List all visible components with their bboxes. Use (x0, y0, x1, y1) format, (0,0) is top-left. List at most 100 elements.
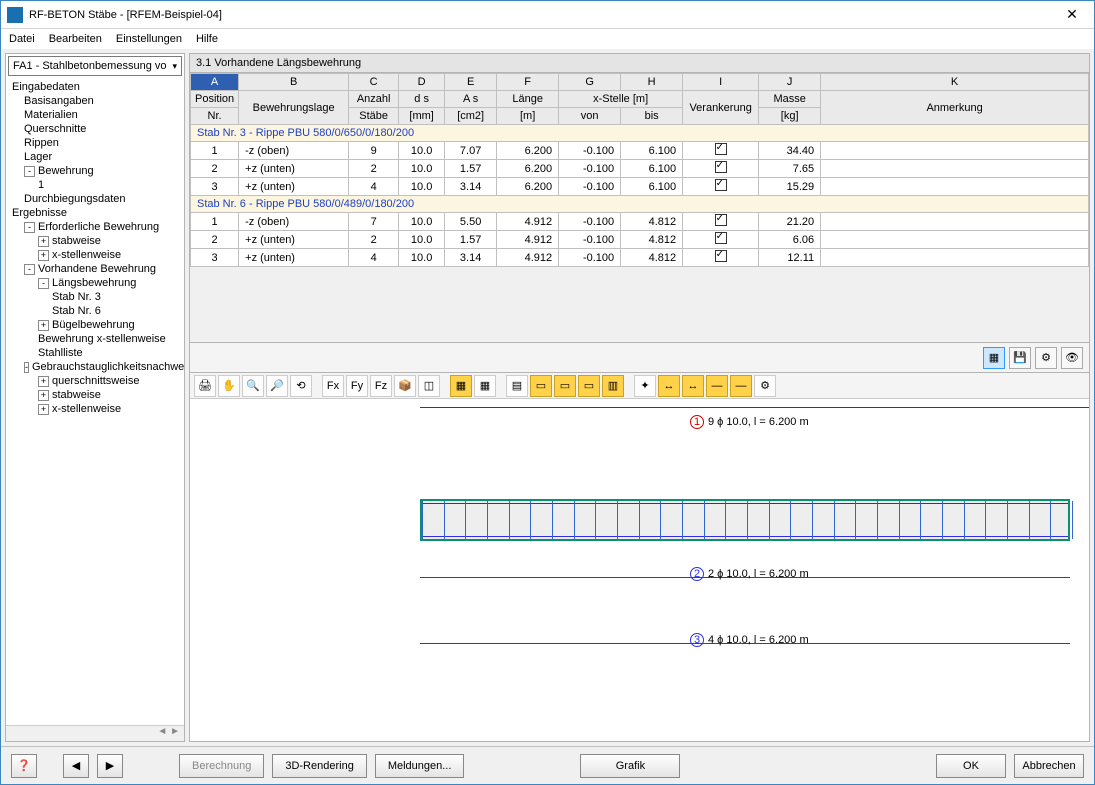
col-G[interactable]: G (559, 74, 621, 91)
axis-icon[interactable]: ✦ (634, 375, 656, 397)
hdr-lage: Bewehrungslage (239, 91, 349, 125)
tree-durchbiegung[interactable]: Durchbiegungsdaten (6, 192, 184, 206)
abbrechen-button[interactable]: Abbrechen (1014, 754, 1084, 778)
grid-icon[interactable]: ▤ (506, 375, 528, 397)
table-row[interactable]: 2+z (unten)210.01.576.200-0.1006.1007.65 (191, 160, 1089, 178)
tool-export-icon[interactable]: 💾 (1009, 347, 1031, 369)
tree-xstellen[interactable]: +x-stellenweise (6, 248, 184, 262)
col-J[interactable]: J (759, 74, 821, 91)
col-K[interactable]: K (821, 74, 1089, 91)
tool-filter-icon[interactable]: ⚙ (1035, 347, 1057, 369)
tree-gebrauch[interactable]: -Gebrauchstauglichkeitsnachwei (6, 360, 184, 374)
anchor-checkbox[interactable] (715, 250, 727, 262)
next-button[interactable]: ▶ (97, 754, 123, 778)
view-z-icon[interactable]: Fz (370, 375, 392, 397)
tree-stabweise[interactable]: +stabweise (6, 234, 184, 248)
anchor-checkbox[interactable] (715, 214, 727, 226)
opt2-icon[interactable]: ▦ (474, 375, 496, 397)
tool-view-icon[interactable]: ▦ (983, 347, 1005, 369)
zoom-select-icon[interactable]: 🔎 (266, 375, 288, 397)
opt1-icon[interactable]: ▦ (450, 375, 472, 397)
view-x-icon[interactable]: Fx (322, 375, 344, 397)
group-row-2[interactable]: Stab Nr. 6 - Rippe PBU 580/0/489/0/180/2… (191, 196, 1089, 213)
case-combo[interactable]: FA1 - Stahlbetonbemessung vo (8, 56, 182, 76)
tree-bewx[interactable]: Bewehrung x-stellenweise (6, 332, 184, 346)
tree-laengs[interactable]: -Längsbewehrung (6, 276, 184, 290)
close-button[interactable]: ✕ (1056, 5, 1088, 25)
meldungen-button[interactable]: Meldungen... (375, 754, 465, 778)
settings-icon[interactable]: ⚙ (754, 375, 776, 397)
layer3-icon[interactable]: ▭ (578, 375, 600, 397)
ok-button[interactable]: OK (936, 754, 1006, 778)
anchor-checkbox[interactable] (715, 232, 727, 244)
tree-buegel[interactable]: +Bügelbewehrung (6, 318, 184, 332)
view-y-icon[interactable]: Fy (346, 375, 368, 397)
col-D[interactable]: D (399, 74, 445, 91)
menu-hilfe[interactable]: Hilfe (196, 33, 218, 45)
drawing-canvas[interactable]: 19 ϕ 10.0, l = 6.200 m 22 ϕ 10.0, l = 6.… (190, 399, 1089, 741)
tree-querschnitte[interactable]: Querschnitte (6, 122, 184, 136)
layer2-icon[interactable]: ▭ (554, 375, 576, 397)
table-row[interactable]: 3+z (unten)410.03.144.912-0.1004.81212.1… (191, 249, 1089, 267)
layer1-icon[interactable]: ▭ (530, 375, 552, 397)
tree-lager[interactable]: Lager (6, 150, 184, 164)
hdr-laenge: Länge (497, 91, 559, 108)
dim4-icon[interactable]: — (730, 375, 752, 397)
hand-icon[interactable]: ✋ (218, 375, 240, 397)
tree-bewehrung-1[interactable]: 1 (6, 178, 184, 192)
tree-stab6[interactable]: Stab Nr. 6 (6, 304, 184, 318)
menu-datei[interactable]: Datei (9, 33, 35, 45)
zoom-icon[interactable]: 🔍 (242, 375, 264, 397)
view-3d-icon[interactable]: 📦 (394, 375, 416, 397)
tool-eye-icon[interactable]: 👁 (1061, 347, 1083, 369)
help-button[interactable]: ❓ (11, 754, 37, 778)
layer4-icon[interactable]: ▥ (602, 375, 624, 397)
berechnung-button[interactable]: Berechnung (179, 754, 264, 778)
tree-bewehrung[interactable]: -Bewehrung (6, 164, 184, 178)
rendering-button[interactable]: 3D-Rendering (272, 754, 366, 778)
anchor-checkbox[interactable] (715, 161, 727, 173)
table-row[interactable]: 1-z (oben)910.07.076.200-0.1006.10034.40 (191, 142, 1089, 160)
prev-button[interactable]: ◀ (63, 754, 89, 778)
dim3-icon[interactable]: — (706, 375, 728, 397)
col-I[interactable]: I (683, 74, 759, 91)
table-row[interactable]: 1-z (oben)710.05.504.912-0.1004.81221.20 (191, 213, 1089, 231)
tree-querschnittsweise[interactable]: +querschnittsweise (6, 374, 184, 388)
col-A[interactable]: A (191, 74, 239, 91)
menu-bearbeiten[interactable]: Bearbeiten (49, 33, 102, 45)
col-F[interactable]: F (497, 74, 559, 91)
tree-erforderlich[interactable]: -Erforderliche Bewehrung (6, 220, 184, 234)
table-row[interactable]: 2+z (unten)210.01.574.912-0.1004.8126.06 (191, 231, 1089, 249)
dim2-icon[interactable]: ↔ (682, 375, 704, 397)
tree-materialien[interactable]: Materialien (6, 108, 184, 122)
menu-einstellungen[interactable]: Einstellungen (116, 33, 182, 45)
dim1-icon[interactable]: ↔ (658, 375, 680, 397)
reinforcement-table[interactable]: A B C D E F G H I J K Position Bew (190, 73, 1089, 267)
table-row[interactable]: 3+z (unten)410.03.146.200-0.1006.10015.2… (191, 178, 1089, 196)
col-E[interactable]: E (445, 74, 497, 91)
anchor-checkbox[interactable] (715, 143, 727, 155)
col-C[interactable]: C (349, 74, 399, 91)
view-iso-icon[interactable]: ◫ (418, 375, 440, 397)
col-B[interactable]: B (239, 74, 349, 91)
tree-stab3[interactable]: Stab Nr. 3 (6, 290, 184, 304)
rebar-label-1: 19 ϕ 10.0, l = 6.200 m (690, 415, 809, 429)
print-icon[interactable]: 🖨 (194, 375, 216, 397)
tree-eingabedaten[interactable]: Eingabedaten (6, 80, 184, 94)
tree-rippen[interactable]: Rippen (6, 136, 184, 150)
refresh-icon[interactable]: ⟲ (290, 375, 312, 397)
rebar-label-2: 22 ϕ 10.0, l = 6.200 m (690, 567, 809, 581)
tree-xstellen2[interactable]: +x-stellenweise (6, 402, 184, 416)
grafik-button[interactable]: Grafik (580, 754, 680, 778)
col-H[interactable]: H (621, 74, 683, 91)
group-row-1[interactable]: Stab Nr. 3 - Rippe PBU 580/0/650/0/180/2… (191, 125, 1089, 142)
nav-panel: FA1 - Stahlbetonbemessung vo Eingabedate… (5, 53, 185, 742)
anchor-checkbox[interactable] (715, 179, 727, 191)
tree-stahlliste[interactable]: Stahlliste (6, 346, 184, 360)
tree-hscroll[interactable]: ◄ ► (6, 725, 184, 741)
tree-stabweise2[interactable]: +stabweise (6, 388, 184, 402)
tree-basisangaben[interactable]: Basisangaben (6, 94, 184, 108)
grid-container: A B C D E F G H I J K Position Bew (189, 73, 1090, 343)
tree-ergebnisse[interactable]: Ergebnisse (6, 206, 184, 220)
tree-vorhanden[interactable]: -Vorhandene Bewehrung (6, 262, 184, 276)
